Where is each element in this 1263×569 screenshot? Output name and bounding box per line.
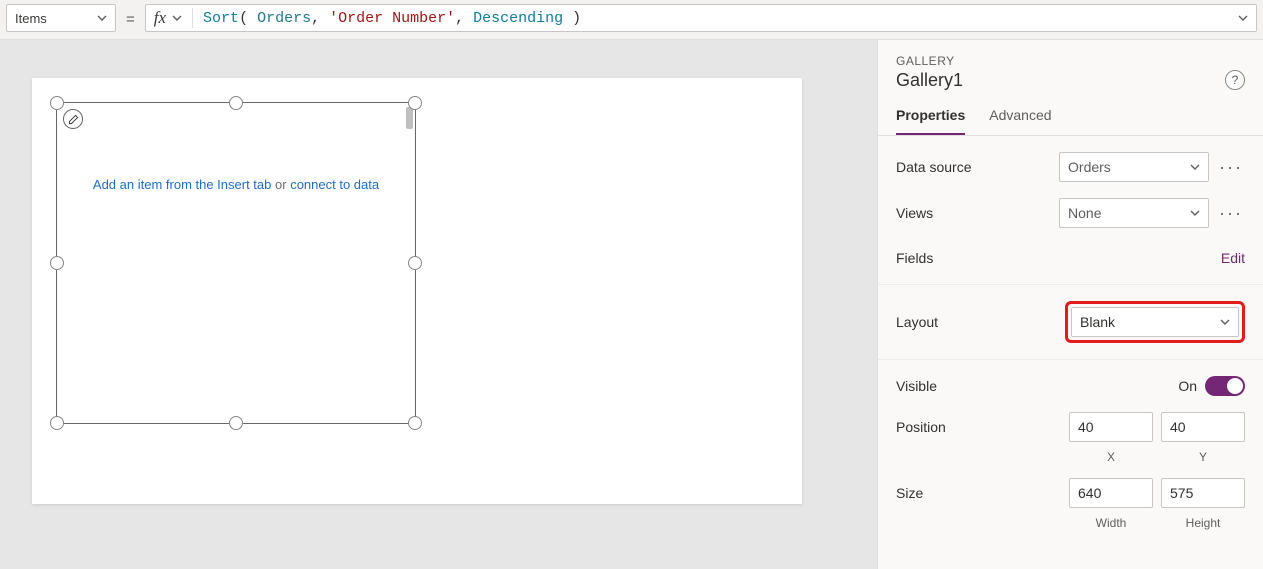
- formula-input[interactable]: fx Sort( Orders, 'Order Number', Descend…: [145, 4, 1257, 32]
- connect-data-link[interactable]: connect to data: [290, 177, 379, 192]
- resize-handle[interactable]: [50, 416, 64, 430]
- tab-advanced[interactable]: Advanced: [989, 107, 1051, 135]
- property-selector[interactable]: Items: [6, 4, 116, 32]
- position-x-sublabel: X: [1069, 450, 1153, 464]
- canvas-region[interactable]: Add an item from the Insert tab or conne…: [0, 40, 877, 569]
- layout-highlight: Blank: [1065, 301, 1245, 343]
- size-width-input[interactable]: [1069, 478, 1153, 508]
- visible-label: Visible: [896, 378, 1178, 394]
- help-icon[interactable]: ?: [1225, 70, 1245, 90]
- app-canvas[interactable]: Add an item from the Insert tab or conne…: [32, 78, 802, 504]
- tab-properties[interactable]: Properties: [896, 107, 965, 135]
- visible-toggle[interactable]: [1205, 376, 1245, 396]
- resize-handle[interactable]: [408, 416, 422, 430]
- resize-handle[interactable]: [50, 96, 64, 110]
- resize-handle[interactable]: [408, 96, 422, 110]
- datasource-dropdown[interactable]: Orders: [1059, 152, 1209, 182]
- chevron-down-icon: [1190, 208, 1200, 218]
- chevron-down-icon: [1190, 162, 1200, 172]
- resize-handle[interactable]: [50, 256, 64, 270]
- fields-label: Fields: [896, 250, 1221, 266]
- position-y-sublabel: Y: [1161, 450, 1245, 464]
- gallery-scrollbar[interactable]: [406, 107, 413, 129]
- edit-icon[interactable]: [63, 109, 83, 129]
- position-y-input[interactable]: [1161, 412, 1245, 442]
- layout-label: Layout: [896, 314, 1065, 330]
- resize-handle[interactable]: [229, 416, 243, 430]
- panel-tabs: Properties Advanced: [878, 91, 1263, 136]
- properties-panel: GALLERY Gallery1 ? Properties Advanced D…: [877, 40, 1263, 569]
- views-dropdown[interactable]: None: [1059, 198, 1209, 228]
- more-icon[interactable]: ···: [1217, 158, 1245, 176]
- chevron-down-icon: [172, 13, 182, 23]
- control-name[interactable]: Gallery1: [896, 70, 963, 91]
- size-label: Size: [896, 485, 1069, 501]
- fields-edit-link[interactable]: Edit: [1221, 250, 1245, 266]
- size-height-sublabel: Height: [1161, 516, 1245, 530]
- datasource-label: Data source: [896, 159, 1059, 175]
- property-selector-value: Items: [15, 11, 47, 26]
- visible-state: On: [1178, 378, 1197, 394]
- insert-tab-link[interactable]: Add an item from the Insert tab: [93, 177, 271, 192]
- views-label: Views: [896, 205, 1059, 221]
- gallery-empty-message: Add an item from the Insert tab or conne…: [57, 177, 415, 192]
- position-x-input[interactable]: [1069, 412, 1153, 442]
- gallery-control-selected[interactable]: Add an item from the Insert tab or conne…: [56, 102, 416, 424]
- formula-bar: Items = fx Sort( Orders, 'Order Number',…: [0, 0, 1263, 34]
- more-icon[interactable]: ···: [1217, 204, 1245, 222]
- size-height-input[interactable]: [1161, 478, 1245, 508]
- control-type-label: GALLERY: [896, 54, 1245, 68]
- resize-handle[interactable]: [229, 96, 243, 110]
- chevron-down-icon[interactable]: [1238, 13, 1248, 23]
- fx-icon[interactable]: fx: [154, 8, 193, 28]
- layout-dropdown[interactable]: Blank: [1071, 307, 1239, 337]
- formula-expression[interactable]: Sort( Orders, 'Order Number', Descending…: [203, 10, 1238, 27]
- equals-sign: =: [124, 4, 137, 34]
- chevron-down-icon: [97, 13, 107, 23]
- position-label: Position: [896, 419, 1069, 435]
- resize-handle[interactable]: [408, 256, 422, 270]
- chevron-down-icon: [1220, 317, 1230, 327]
- size-width-sublabel: Width: [1069, 516, 1153, 530]
